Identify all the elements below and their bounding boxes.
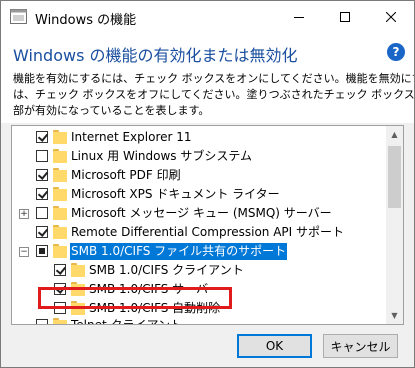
tree-item-msmq[interactable]: + Microsoft メッセージ キュー (MSMQ) サーバー [12,204,382,223]
minimize-icon [293,16,304,18]
maximize-icon [339,11,350,22]
tree-item-label: Telnet クライアント [71,318,183,325]
vertical-scrollbar[interactable]: ▲ ▼ [386,126,403,324]
checkbox[interactable] [36,319,48,324]
help-icon[interactable]: ? [387,43,405,61]
collapse-icon[interactable]: − [19,247,29,257]
page-title: Windows の機能の有効化または無効化 [13,46,298,65]
folder-icon [53,130,67,145]
checkbox[interactable] [36,188,48,200]
tree-item-linux-subsystem[interactable]: Linux 用 Windows サブシステム [12,147,382,166]
title-bar: Windows の機能 [1,1,414,35]
tree-item-label: Internet Explorer 11 [71,130,192,144]
tree-item-label: Linux 用 Windows サブシステム [71,149,252,163]
minimize-button[interactable] [276,1,321,32]
tree-item-label: Microsoft PDF 印刷 [71,168,181,182]
maximize-button[interactable] [322,1,367,32]
folder-icon [53,225,67,240]
folder-icon [53,244,67,259]
tree-item-label: SMB 1.0/CIFS クライアント [89,263,244,277]
checkbox[interactable] [36,169,48,181]
tree-item-label: Microsoft XPS ドキュメント ライター [71,187,280,201]
description-line: 機能を有効にするには、チェック ボックスをオンにしてください。機能を無効にするに [13,72,415,85]
description-line: は、チェック ボックスをオフにしてください。塗りつぶされたチェック ボックスは、… [13,88,414,101]
highlight-annotation [38,287,232,309]
checkbox[interactable] [36,131,48,143]
tree-item-label: SMB 1.0/CIFS ファイル共有のサポート [70,243,288,260]
scrollbar-thumb[interactable] [388,146,401,208]
checkbox[interactable] [36,226,48,238]
description: 機能を有効にするには、チェック ボックスをオンにしてください。機能を無効にするに… [13,71,415,119]
checkbox[interactable] [36,150,48,162]
tree-item-smb1-support[interactable]: − SMB 1.0/CIFS ファイル共有のサポート [12,242,382,261]
folder-icon [71,263,85,278]
ok-button[interactable]: OK [237,334,312,358]
tree-item-telnet-client[interactable]: Telnet クライアント [12,316,382,325]
tree-item-internet-explorer[interactable]: Internet Explorer 11 [12,128,382,147]
window-title: Windows の機能 [35,13,137,28]
checkbox[interactable] [36,207,48,219]
app-icon [10,9,27,24]
tree-item-label: Microsoft メッセージ キュー (MSMQ) サーバー [71,206,332,220]
windows-features-dialog: Windows の機能 Windows の機能の有効化または無効化 ? 機能を有… [0,0,415,368]
folder-icon [53,149,67,164]
checkbox[interactable] [36,245,48,257]
close-icon [385,11,396,22]
scroll-down-icon[interactable]: ▼ [386,307,403,324]
scroll-up-icon[interactable]: ▲ [386,126,403,143]
tree-item-pdf-print[interactable]: Microsoft PDF 印刷 [12,166,382,185]
tree-item-rdc-api[interactable]: Remote Differential Compression API サポート [12,223,382,242]
description-line: 部が有効になっていることを表します。 [13,104,210,117]
close-button[interactable] [368,1,413,32]
checkbox[interactable] [54,264,66,276]
folder-icon [53,318,67,324]
tree-item-xps-writer[interactable]: Microsoft XPS ドキュメント ライター [12,185,382,204]
cancel-button[interactable]: キャンセル [323,334,398,358]
folder-icon [53,187,67,202]
folder-icon [53,206,67,221]
expand-icon[interactable]: + [19,209,29,219]
tree-item-smb1-client[interactable]: SMB 1.0/CIFS クライアント [12,261,382,280]
folder-icon [53,168,67,183]
tree-item-label: Remote Differential Compression API サポート [71,225,345,239]
